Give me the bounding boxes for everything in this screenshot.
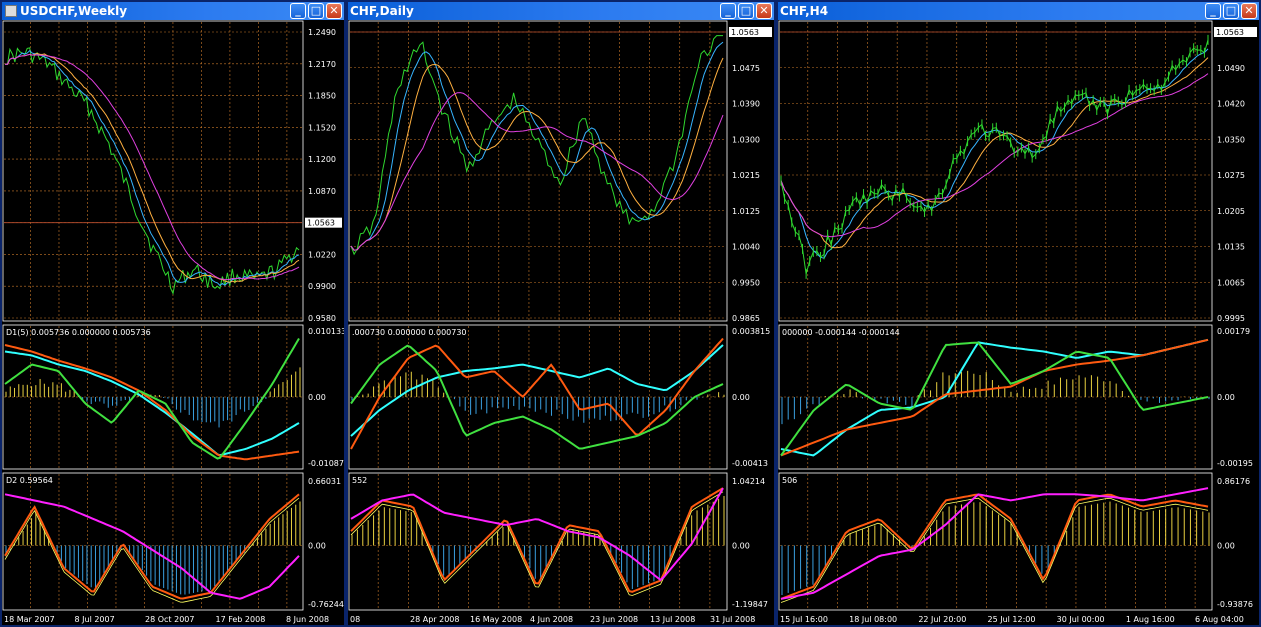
price-axis-label: 1.0215 (732, 171, 760, 180)
window-title: CHF,Daily (350, 4, 414, 18)
time-axis-label: 6 Aug 04:00 (1195, 615, 1244, 624)
price-tag: 1.0563 (1216, 28, 1244, 37)
close-button[interactable]: ✕ (756, 3, 772, 19)
price-axis-label: 1.1520 (308, 123, 336, 132)
title-bar[interactable]: USDCHF,Weekly _ □ ✕ (2, 2, 344, 20)
price-axis-label: 1.0475 (732, 64, 760, 73)
indicator-axis-label: -0.93876 (1217, 600, 1253, 609)
indicator-label: .000730 0.000000 0.000730 (352, 328, 467, 337)
price-axis-label: 1.1850 (308, 92, 336, 101)
indicator-axis-label: 0.00 (1217, 542, 1235, 551)
chart-window-icon (5, 5, 17, 17)
window-title: CHF,H4 (780, 4, 829, 18)
indicator-axis-label: -0.00413 (732, 459, 768, 468)
chart-canvas[interactable]: 1.0563 1.0475 1.0390 1.0300 1.0215 1.0125 1.00… (348, 20, 774, 625)
time-axis-label: 23 Jun 2008 (590, 615, 638, 624)
price-tag: 1.0563 (731, 28, 759, 37)
close-button[interactable]: ✕ (326, 3, 342, 19)
indicator-axis-label: 0.010133 (308, 327, 344, 336)
time-axis-label: 08 (350, 615, 360, 624)
indicator-axis-label: 0.00 (732, 393, 750, 402)
indicator-label: 000000 -0.000144 -0.000144 (782, 328, 900, 337)
chart-window-weekly[interactable]: USDCHF,Weekly _ □ ✕ 1.2490 1.2170 1.1850 1.… (0, 0, 346, 627)
window-title: USDCHF,Weekly (20, 4, 128, 18)
indicator-label: D2 0.59564 (6, 476, 53, 485)
price-axis-label: 1.0870 (308, 187, 336, 196)
time-axis-label: 4 Jun 2008 (530, 615, 573, 624)
time-axis-label: 1 Aug 16:00 (1126, 615, 1175, 624)
time-axis-label: 18 Mar 2007 (4, 615, 55, 624)
price-axis-label: 1.0300 (732, 135, 760, 144)
chart-svg[interactable]: 1.0563 1.0475 1.0390 1.0300 1.0215 1.0125 1.00… (348, 20, 774, 625)
indicator-axis-label: -1.19847 (732, 600, 768, 609)
minimize-button[interactable]: _ (290, 3, 306, 19)
price-axis-label: 1.0490 (1217, 64, 1245, 73)
chart-svg[interactable]: 1.2490 1.2170 1.1850 1.1520 1.1200 1.0870 1.05… (2, 20, 344, 625)
indicator-axis-label: -0.01087 (308, 459, 344, 468)
time-axis-label: 8 Jul 2007 (75, 615, 115, 624)
price-axis-label: 1.2170 (308, 60, 336, 69)
indicator-axis-label: 1.04214 (732, 477, 765, 486)
chart-window-h4[interactable]: CHF,H4 _ □ ✕ 1.05631.04901.04201.03501.0… (776, 0, 1261, 627)
indicator-axis-label: 0.00 (308, 393, 326, 402)
price-axis-label: 1.0350 (1217, 135, 1245, 144)
price-axis-label: 1.2490 (308, 28, 336, 37)
time-axis-label: 28 Apr 2008 (410, 615, 459, 624)
maximize-button[interactable]: □ (308, 3, 324, 19)
indicator-axis-label: -0.00195 (1217, 459, 1253, 468)
time-axis-label: 30 Jul 00:00 (1057, 615, 1105, 624)
chart-canvas[interactable]: 1.2490 1.2170 1.1850 1.1520 1.1200 1.0870 1.05… (2, 20, 344, 625)
title-bar[interactable]: CHF,Daily _ □ ✕ (348, 2, 774, 20)
indicator-axis-label: 0.00 (732, 542, 750, 551)
chart-window-daily[interactable]: CHF,Daily _ □ ✕ 1.0563 1.0475 1.0390 1.0300… (346, 0, 776, 627)
price-axis-label: 0.9580 (308, 314, 336, 323)
price-axis-label: 1.0390 (732, 100, 760, 109)
chart-svg[interactable]: 1.0563 1.0490 1.0420 1.0350 1.0275 1.0205 1.01… (778, 20, 1259, 625)
indicator-axis-label: 0.00 (1217, 393, 1235, 402)
time-axis-label: 25 Jul 12:00 (988, 615, 1036, 624)
minimize-button[interactable]: _ (1205, 3, 1221, 19)
indicator-axis-label: 0.00 (308, 542, 326, 551)
price-tag: 1.0563 (307, 219, 335, 228)
price-axis-label: 1.0040 (732, 243, 760, 252)
time-axis-label: 28 Oct 2007 (145, 615, 194, 624)
price-axis-label: 1.0220 (308, 250, 336, 259)
time-axis-label: 16 May 2008 (470, 615, 522, 624)
maximize-button[interactable]: □ (738, 3, 754, 19)
price-axis-label: 1.0205 (1217, 207, 1245, 216)
price-axis-label: 0.9865 (732, 314, 760, 323)
price-axis-label: 1.0065 (1217, 278, 1245, 287)
chart-canvas[interactable]: 1.0563 1.0490 1.0420 1.0350 1.0275 1.0205 1.01… (778, 20, 1259, 625)
price-axis-label: 1.0135 (1217, 243, 1245, 252)
minimize-button[interactable]: _ (720, 3, 736, 19)
time-axis-label: 18 Jul 08:00 (849, 615, 897, 624)
price-axis-label: 1.0125 (732, 207, 760, 216)
indicator-label: D1(5) 0.005736 0.000000 0.005736 (6, 328, 151, 337)
title-bar[interactable]: CHF,H4 _ □ ✕ (778, 2, 1259, 20)
indicator-label: 506 (782, 476, 797, 485)
time-axis-label: 15 Jul 16:00 (780, 615, 828, 624)
price-axis-label: 1.1200 (308, 155, 336, 164)
time-axis-label: 22 Jul 20:00 (918, 615, 966, 624)
time-axis-label: 8 Jun 2008 (286, 615, 329, 624)
indicator-axis-label: 0.00179 (1217, 327, 1250, 336)
price-axis-label: 0.9900 (308, 282, 336, 291)
time-axis-label: 31 Jul 2008 (710, 615, 755, 624)
time-axis-label: 17 Feb 2008 (216, 615, 266, 624)
price-axis-label: 0.9950 (732, 278, 760, 287)
indicator-label: 552 (352, 476, 367, 485)
indicator-axis-label: 0.66031 (308, 477, 341, 486)
indicator-axis-label: -0.76244 (308, 600, 344, 609)
indicator-axis-label: 0.003815 (732, 327, 770, 336)
close-button[interactable]: ✕ (1241, 3, 1257, 19)
indicator-axis-label: 0.86176 (1217, 477, 1250, 486)
time-axis-label: 13 Jul 2008 (650, 615, 695, 624)
price-axis-label: 1.0275 (1217, 171, 1245, 180)
price-axis-label: 1.0420 (1217, 100, 1245, 109)
maximize-button[interactable]: □ (1223, 3, 1239, 19)
price-axis-label: 0.9995 (1217, 314, 1245, 323)
